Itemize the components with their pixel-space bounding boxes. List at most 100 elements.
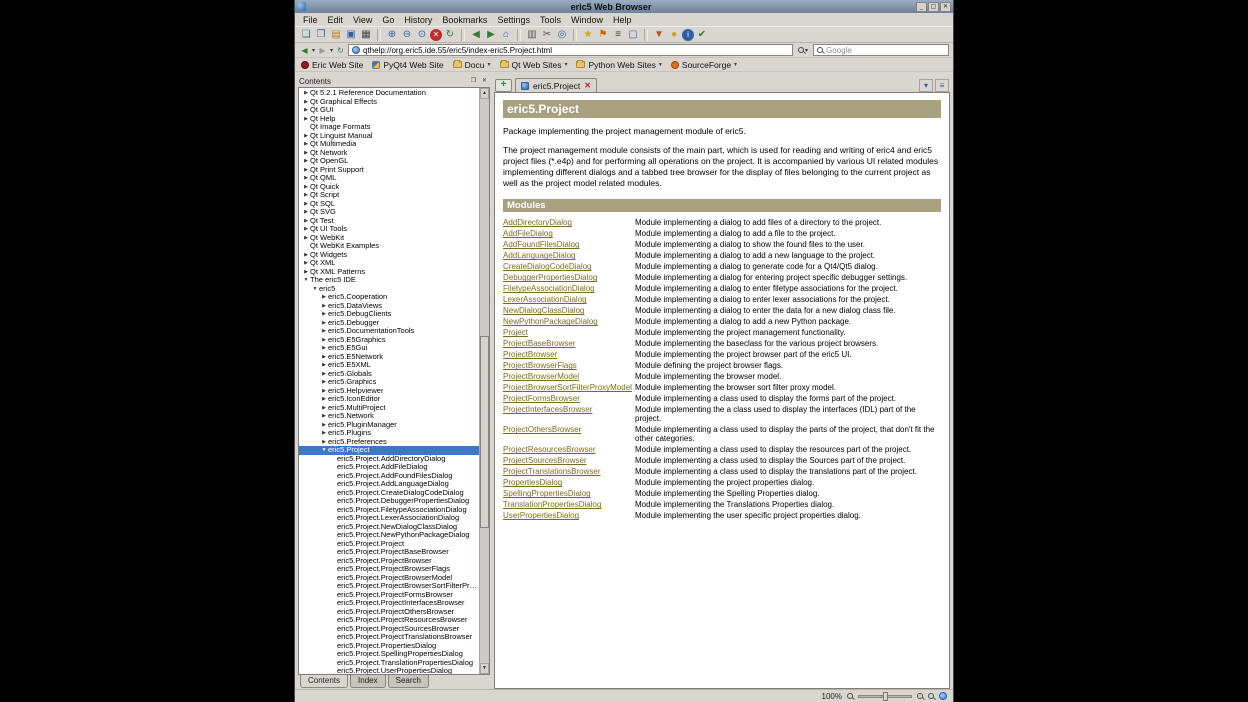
- tree-item[interactable]: ▶Qt OpenGL: [299, 157, 479, 166]
- tree-item[interactable]: eric5.Project.ProjectTranslationsBrowser: [299, 633, 479, 642]
- chevron-collapsed-icon[interactable]: ▶: [302, 191, 310, 200]
- chevron-collapsed-icon[interactable]: ▶: [320, 412, 328, 421]
- tree-item[interactable]: ▶eric5.DocumentationTools: [299, 327, 479, 336]
- lock-icon[interactable]: ●: [667, 28, 681, 42]
- bookmark-eric-web-site[interactable]: Eric Web Site: [301, 60, 363, 70]
- tree-item[interactable]: eric5.Project.ProjectFormsBrowser: [299, 591, 479, 600]
- forward-history-dropdown[interactable]: ▾: [328, 44, 335, 56]
- chevron-collapsed-icon[interactable]: ▶: [302, 157, 310, 166]
- chevron-collapsed-icon[interactable]: ▶: [320, 378, 328, 387]
- tree-item[interactable]: ▶eric5.Graphics: [299, 378, 479, 387]
- open-file-icon[interactable]: ▤: [329, 28, 343, 42]
- tree-item[interactable]: ▶eric5.Preferences: [299, 438, 479, 447]
- tree-item[interactable]: eric5.Project.DebuggerPropertiesDialog: [299, 497, 479, 506]
- chevron-collapsed-icon[interactable]: ▶: [302, 225, 310, 234]
- tab-list-dropdown-button[interactable]: ▾: [919, 79, 933, 92]
- tab-eric5-project[interactable]: eric5.Project ✕: [515, 78, 597, 92]
- tree-item[interactable]: ▶Qt UI Tools: [299, 225, 479, 234]
- bookmark-python-web-sites[interactable]: Python Web Sites▾: [576, 60, 661, 70]
- chevron-collapsed-icon[interactable]: ▶: [302, 98, 310, 107]
- menu-edit[interactable]: Edit: [323, 15, 349, 25]
- reload-button[interactable]: ↻: [335, 44, 346, 56]
- chevron-collapsed-icon[interactable]: ▶: [302, 183, 310, 192]
- chevron-collapsed-icon[interactable]: ▶: [302, 106, 310, 115]
- tree-item[interactable]: ▶Qt XML Patterns: [299, 268, 479, 277]
- tree-item[interactable]: ▶Qt WebKit: [299, 234, 479, 243]
- bookmark-sourceforge[interactable]: SourceForge▾: [671, 60, 737, 70]
- chevron-collapsed-icon[interactable]: ▶: [302, 115, 310, 124]
- scroll-down-icon[interactable]: ▼: [480, 663, 489, 674]
- chevron-collapsed-icon[interactable]: ▶: [320, 387, 328, 396]
- privacy-icon[interactable]: [939, 692, 947, 700]
- chevron-collapsed-icon[interactable]: ▶: [302, 251, 310, 260]
- find-icon[interactable]: ◎: [555, 28, 569, 42]
- tree-item[interactable]: ▶Qt SVG: [299, 208, 479, 217]
- tree-item[interactable]: ▶eric5.PluginManager: [299, 421, 479, 430]
- menu-bookmarks[interactable]: Bookmarks: [437, 15, 492, 25]
- scrollbar-track[interactable]: [480, 99, 489, 663]
- chevron-collapsed-icon[interactable]: ▶: [302, 166, 310, 175]
- dock-header[interactable]: Contents ❐✕: [298, 76, 490, 87]
- zoom-reset-icon[interactable]: ⊙: [415, 28, 429, 42]
- forward-button[interactable]: ▶: [317, 44, 328, 56]
- closed-tabs-button[interactable]: ≡: [935, 79, 949, 92]
- chevron-collapsed-icon[interactable]: ▶: [302, 89, 310, 98]
- tree-item[interactable]: ▶Qt Graphical Effects: [299, 98, 479, 107]
- module-link[interactable]: TranslationPropertiesDialog: [503, 500, 601, 509]
- menu-view[interactable]: View: [348, 15, 377, 25]
- tree-item[interactable]: ▶Qt Linguist Manual: [299, 132, 479, 141]
- module-link[interactable]: FiletypeAssociationDialog: [503, 284, 595, 293]
- tree-item[interactable]: ▶Qt Multimedia: [299, 140, 479, 149]
- tree-item[interactable]: ▶Qt Print Support: [299, 166, 479, 175]
- tree-item[interactable]: eric5.Project.ProjectBrowser: [299, 557, 479, 566]
- new-window-icon[interactable]: ❐: [314, 28, 328, 42]
- tree-item[interactable]: ▶Qt GUI: [299, 106, 479, 115]
- stop-icon[interactable]: ✕: [430, 29, 442, 41]
- tree-item[interactable]: Qt Image Formats: [299, 123, 479, 132]
- tree-scrollbar[interactable]: ▲ ▼: [479, 88, 489, 674]
- tree-item[interactable]: ▶eric5.DebugClients: [299, 310, 479, 319]
- tree-item[interactable]: ▶Qt Script: [299, 191, 479, 200]
- save-icon[interactable]: ▣: [344, 28, 358, 42]
- module-link[interactable]: LexerAssociationDialog: [503, 295, 587, 304]
- tree-item[interactable]: eric5.Project.ProjectResourcesBrowser: [299, 616, 479, 625]
- tree-item[interactable]: eric5.Project.ProjectSourcesBrowser: [299, 625, 479, 634]
- tree-item[interactable]: ▶eric5.DataViews: [299, 302, 479, 311]
- chevron-collapsed-icon[interactable]: ▶: [320, 310, 328, 319]
- bookmark-pyqt4-web-site[interactable]: PyQt4 Web Site: [372, 60, 443, 70]
- tree-item[interactable]: ▶eric5.Debugger: [299, 319, 479, 328]
- tree-item[interactable]: ▶Qt Test: [299, 217, 479, 226]
- downloads-icon[interactable]: ▼: [652, 28, 666, 42]
- chevron-collapsed-icon[interactable]: ▶: [320, 327, 328, 336]
- zoom-in-icon[interactable]: ⊕: [385, 28, 399, 42]
- tree-item[interactable]: eric5.Project.Project: [299, 540, 479, 549]
- bookmark-qt-web-sites[interactable]: Qt Web Sites▾: [500, 60, 568, 70]
- tree-item[interactable]: eric5.Project.LexerAssociationDialog: [299, 514, 479, 523]
- cut-icon[interactable]: ✂: [540, 28, 554, 42]
- chevron-expanded-icon[interactable]: ▼: [320, 446, 328, 455]
- chevron-collapsed-icon[interactable]: ▶: [320, 404, 328, 413]
- chevron-collapsed-icon[interactable]: ▶: [320, 429, 328, 438]
- module-link[interactable]: ProjectBrowserFlags: [503, 361, 577, 370]
- tree-item[interactable]: eric5.Project.AddFoundFilesDialog: [299, 472, 479, 481]
- module-link[interactable]: UserPropertiesDialog: [503, 511, 579, 520]
- module-link[interactable]: AddFileDialog: [503, 229, 553, 238]
- chevron-collapsed-icon[interactable]: ▶: [320, 344, 328, 353]
- tree-item[interactable]: eric5.Project.ProjectOthersBrowser: [299, 608, 479, 617]
- sidebar-tab-contents[interactable]: Contents: [300, 675, 348, 688]
- sidebar-tab-index[interactable]: Index: [350, 675, 386, 688]
- module-link[interactable]: ProjectFormsBrowser: [503, 394, 580, 403]
- tree-item[interactable]: Qt WebKit Examples: [299, 242, 479, 251]
- module-link[interactable]: SpellingPropertiesDialog: [503, 489, 591, 498]
- chevron-collapsed-icon[interactable]: ▶: [302, 268, 310, 277]
- scrollbar-thumb[interactable]: [480, 336, 489, 528]
- tree-item[interactable]: eric5.Project.AddDirectoryDialog: [299, 455, 479, 464]
- module-link[interactable]: ProjectBaseBrowser: [503, 339, 575, 348]
- sidebar-tab-search[interactable]: Search: [388, 675, 429, 688]
- chevron-collapsed-icon[interactable]: ▶: [320, 361, 328, 370]
- chevron-collapsed-icon[interactable]: ▶: [302, 132, 310, 141]
- module-link[interactable]: ProjectTranslationsBrowser: [503, 467, 601, 476]
- chevron-collapsed-icon[interactable]: ▶: [302, 234, 310, 243]
- tree-item[interactable]: ▶Qt Quick: [299, 183, 479, 192]
- tree-item[interactable]: eric5.Project.ProjectBrowserSortFilterPr…: [299, 582, 479, 591]
